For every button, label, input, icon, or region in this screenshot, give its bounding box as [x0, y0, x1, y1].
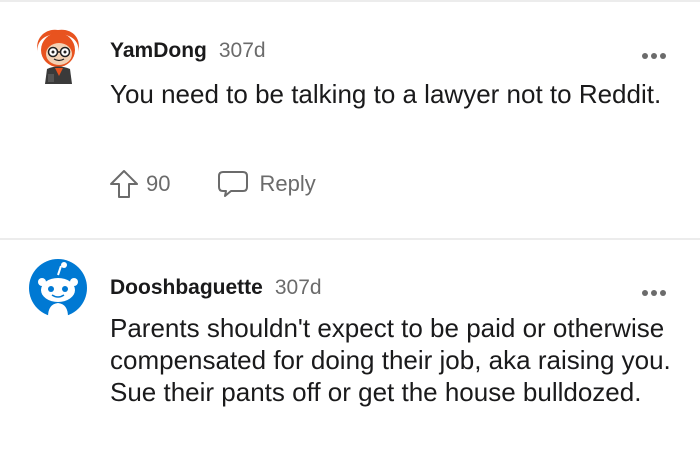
reply-button[interactable]: Reply	[216, 168, 316, 200]
comment-age: 307d	[218, 39, 266, 62]
more-options-button[interactable]	[641, 284, 667, 296]
comment-2: Dooshbaguette 307d Parents shouldn't expe…	[0, 240, 700, 455]
upvote-count: 90	[146, 171, 171, 196]
comment-meta: YamDong 307d	[110, 38, 266, 64]
upvote-button[interactable]: 90	[108, 168, 170, 200]
orange-haired-snoo-avatar-icon	[37, 29, 79, 84]
reply-label: Reply	[259, 171, 316, 196]
comment-age: 307d	[274, 276, 322, 299]
user-avatar[interactable]	[28, 24, 88, 84]
more-options-button[interactable]	[641, 47, 667, 59]
speech-bubble-icon	[218, 171, 249, 197]
more-options-icon	[642, 53, 666, 59]
username[interactable]: YamDong	[110, 39, 207, 62]
comment-text: You need to be talking to a lawyer not t…	[110, 79, 662, 109]
username[interactable]: Dooshbaguette	[110, 276, 263, 299]
comment-meta: Dooshbaguette 307d	[110, 275, 322, 301]
comment-actions: 90 Reply	[108, 167, 316, 201]
default-snoo-avatar-icon	[29, 259, 87, 317]
comment-1: YamDong 307d You need to be talking to a …	[0, 0, 700, 238]
upvote-arrow-icon	[110, 170, 138, 198]
comment-text: Parents shouldn't expect to be paid or o…	[110, 313, 671, 407]
user-avatar[interactable]	[28, 258, 88, 318]
more-options-icon	[642, 290, 666, 296]
